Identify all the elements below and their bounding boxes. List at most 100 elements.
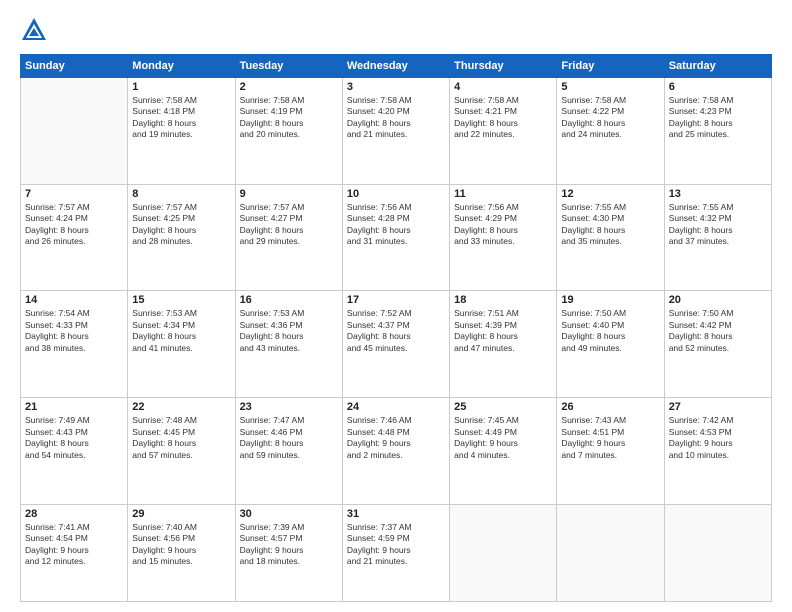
calendar-cell: 21Sunrise: 7:49 AM Sunset: 4:43 PM Dayli… xyxy=(21,398,128,505)
calendar-cell: 3 Sunrise: 7:58 AM Sunset: 4:20 PM Daylig… xyxy=(342,78,449,185)
cell-info: Sunrise: 7:42 AM Sunset: 4:53 PM Dayligh… xyxy=(669,415,767,461)
calendar-cell: 16 Sunrise: 7:53 AM Sunset: 4:36 PM Dayli… xyxy=(235,291,342,398)
cell-info: Sunrise: 7:56 AM Sunset: 4:28 PM Dayligh… xyxy=(347,202,445,248)
cell-info: Sunrise: 7:43 AM Sunset: 4:51 PM Dayligh… xyxy=(561,415,659,461)
calendar-table: SundayMondayTuesdayWednesdayThursdayFrid… xyxy=(20,54,772,602)
weekday-header: Sunday xyxy=(21,55,128,78)
cell-info: Sunrise: 7:58 AM Sunset: 4:21 PM Dayligh… xyxy=(454,95,552,141)
day-number: 29 xyxy=(132,508,230,520)
day-number: 5 xyxy=(561,81,659,93)
page: SundayMondayTuesdayWednesdayThursdayFrid… xyxy=(0,0,792,612)
calendar-cell: 15Sunrise: 7:53 AM Sunset: 4:34 PM Dayli… xyxy=(128,291,235,398)
calendar-cell xyxy=(557,504,664,601)
weekday-header: Wednesday xyxy=(342,55,449,78)
cell-info: Sunrise: 7:39 AM Sunset: 4:57 PM Dayligh… xyxy=(240,522,338,568)
header xyxy=(20,16,772,44)
day-number: 13 xyxy=(669,188,767,200)
calendar-cell: 14 Sunrise: 7:54 AM Sunset: 4:33 PM Dayli… xyxy=(21,291,128,398)
logo xyxy=(20,16,52,44)
cell-info: Sunrise: 7:45 AM Sunset: 4:49 PM Dayligh… xyxy=(454,415,552,461)
calendar-week-row: 14 Sunrise: 7:54 AM Sunset: 4:33 PM Dayli… xyxy=(21,291,772,398)
cell-info: Sunrise: 7:48 AM Sunset: 4:45 PM Dayligh… xyxy=(132,415,230,461)
calendar-cell: 5 Sunrise: 7:58 AM Sunset: 4:22 PM Daylig… xyxy=(557,78,664,185)
calendar-cell: 8Sunrise: 7:57 AM Sunset: 4:25 PM Daylig… xyxy=(128,184,235,291)
day-number: 26 xyxy=(561,401,659,413)
calendar-cell: 7 Sunrise: 7:57 AM Sunset: 4:24 PM Daylig… xyxy=(21,184,128,291)
cell-info: Sunrise: 7:51 AM Sunset: 4:39 PM Dayligh… xyxy=(454,308,552,354)
cell-info: Sunrise: 7:40 AM Sunset: 4:56 PM Dayligh… xyxy=(132,522,230,568)
day-number: 25 xyxy=(454,401,552,413)
calendar-cell: 1Sunrise: 7:58 AM Sunset: 4:18 PM Daylig… xyxy=(128,78,235,185)
calendar-cell xyxy=(664,504,771,601)
calendar-cell: 26 Sunrise: 7:43 AM Sunset: 4:51 PM Dayli… xyxy=(557,398,664,505)
cell-info: Sunrise: 7:54 AM Sunset: 4:33 PM Dayligh… xyxy=(25,308,123,354)
day-number: 15 xyxy=(132,294,230,306)
day-number: 8 xyxy=(132,188,230,200)
cell-info: Sunrise: 7:57 AM Sunset: 4:24 PM Dayligh… xyxy=(25,202,123,248)
day-number: 31 xyxy=(347,508,445,520)
logo-icon xyxy=(20,16,48,44)
weekday-header: Tuesday xyxy=(235,55,342,78)
calendar-header-row: SundayMondayTuesdayWednesdayThursdayFrid… xyxy=(21,55,772,78)
calendar-cell xyxy=(450,504,557,601)
calendar-cell: 22 Sunrise: 7:48 AM Sunset: 4:45 PM Dayli… xyxy=(128,398,235,505)
calendar-cell: 24 Sunrise: 7:46 AM Sunset: 4:48 PM Dayli… xyxy=(342,398,449,505)
cell-info: Sunrise: 7:37 AM Sunset: 4:59 PM Dayligh… xyxy=(347,522,445,568)
day-number: 14 xyxy=(25,294,123,306)
calendar-cell: 2 Sunrise: 7:58 AM Sunset: 4:19 PM Daylig… xyxy=(235,78,342,185)
calendar-cell: 18 Sunrise: 7:51 AM Sunset: 4:39 PM Dayli… xyxy=(450,291,557,398)
calendar-cell: 6Sunrise: 7:58 AM Sunset: 4:23 PM Daylig… xyxy=(664,78,771,185)
day-number: 11 xyxy=(454,188,552,200)
day-number: 9 xyxy=(240,188,338,200)
day-number: 30 xyxy=(240,508,338,520)
day-number: 24 xyxy=(347,401,445,413)
calendar-cell: 13 Sunrise: 7:55 AM Sunset: 4:32 PM Dayli… xyxy=(664,184,771,291)
calendar-cell: 11 Sunrise: 7:56 AM Sunset: 4:29 PM Dayli… xyxy=(450,184,557,291)
calendar-cell: 27 Sunrise: 7:42 AM Sunset: 4:53 PM Dayli… xyxy=(664,398,771,505)
day-number: 18 xyxy=(454,294,552,306)
calendar-week-row: 28Sunrise: 7:41 AM Sunset: 4:54 PM Dayli… xyxy=(21,504,772,601)
cell-info: Sunrise: 7:56 AM Sunset: 4:29 PM Dayligh… xyxy=(454,202,552,248)
calendar-cell: 20Sunrise: 7:50 AM Sunset: 4:42 PM Dayli… xyxy=(664,291,771,398)
day-number: 19 xyxy=(561,294,659,306)
day-number: 22 xyxy=(132,401,230,413)
calendar-cell: 30 Sunrise: 7:39 AM Sunset: 4:57 PM Dayli… xyxy=(235,504,342,601)
calendar-cell: 28Sunrise: 7:41 AM Sunset: 4:54 PM Dayli… xyxy=(21,504,128,601)
cell-info: Sunrise: 7:55 AM Sunset: 4:30 PM Dayligh… xyxy=(561,202,659,248)
weekday-header: Monday xyxy=(128,55,235,78)
cell-info: Sunrise: 7:58 AM Sunset: 4:22 PM Dayligh… xyxy=(561,95,659,141)
cell-info: Sunrise: 7:58 AM Sunset: 4:23 PM Dayligh… xyxy=(669,95,767,141)
day-number: 27 xyxy=(669,401,767,413)
cell-info: Sunrise: 7:58 AM Sunset: 4:20 PM Dayligh… xyxy=(347,95,445,141)
cell-info: Sunrise: 7:46 AM Sunset: 4:48 PM Dayligh… xyxy=(347,415,445,461)
cell-info: Sunrise: 7:58 AM Sunset: 4:19 PM Dayligh… xyxy=(240,95,338,141)
weekday-header: Friday xyxy=(557,55,664,78)
cell-info: Sunrise: 7:53 AM Sunset: 4:36 PM Dayligh… xyxy=(240,308,338,354)
day-number: 10 xyxy=(347,188,445,200)
calendar-cell: 23Sunrise: 7:47 AM Sunset: 4:46 PM Dayli… xyxy=(235,398,342,505)
day-number: 4 xyxy=(454,81,552,93)
cell-info: Sunrise: 7:50 AM Sunset: 4:40 PM Dayligh… xyxy=(561,308,659,354)
day-number: 2 xyxy=(240,81,338,93)
day-number: 12 xyxy=(561,188,659,200)
day-number: 28 xyxy=(25,508,123,520)
calendar-week-row: 7 Sunrise: 7:57 AM Sunset: 4:24 PM Daylig… xyxy=(21,184,772,291)
calendar-week-row: 21Sunrise: 7:49 AM Sunset: 4:43 PM Dayli… xyxy=(21,398,772,505)
calendar-cell xyxy=(21,78,128,185)
day-number: 16 xyxy=(240,294,338,306)
day-number: 20 xyxy=(669,294,767,306)
calendar-cell: 9 Sunrise: 7:57 AM Sunset: 4:27 PM Daylig… xyxy=(235,184,342,291)
calendar-cell: 17Sunrise: 7:52 AM Sunset: 4:37 PM Dayli… xyxy=(342,291,449,398)
cell-info: Sunrise: 7:57 AM Sunset: 4:27 PM Dayligh… xyxy=(240,202,338,248)
day-number: 1 xyxy=(132,81,230,93)
cell-info: Sunrise: 7:55 AM Sunset: 4:32 PM Dayligh… xyxy=(669,202,767,248)
day-number: 7 xyxy=(25,188,123,200)
cell-info: Sunrise: 7:49 AM Sunset: 4:43 PM Dayligh… xyxy=(25,415,123,461)
calendar-cell: 10 Sunrise: 7:56 AM Sunset: 4:28 PM Dayli… xyxy=(342,184,449,291)
day-number: 17 xyxy=(347,294,445,306)
day-number: 3 xyxy=(347,81,445,93)
calendar-cell: 4 Sunrise: 7:58 AM Sunset: 4:21 PM Daylig… xyxy=(450,78,557,185)
calendar-cell: 25 Sunrise: 7:45 AM Sunset: 4:49 PM Dayli… xyxy=(450,398,557,505)
cell-info: Sunrise: 7:47 AM Sunset: 4:46 PM Dayligh… xyxy=(240,415,338,461)
calendar-cell: 31 Sunrise: 7:37 AM Sunset: 4:59 PM Dayli… xyxy=(342,504,449,601)
